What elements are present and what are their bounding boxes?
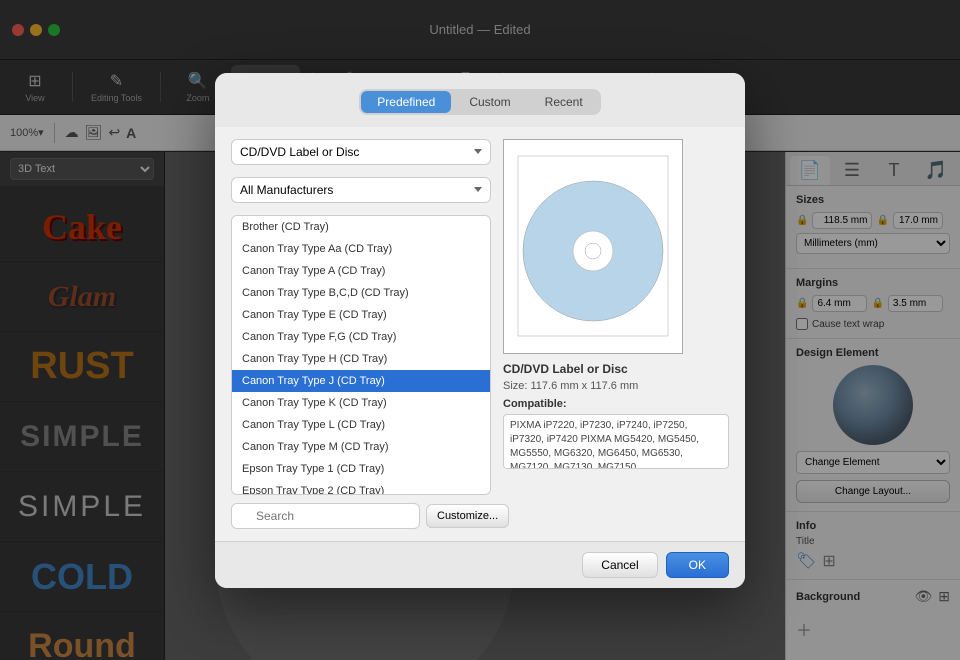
modal-header: Predefined Custom Recent xyxy=(215,73,745,127)
tab-recent[interactable]: Recent xyxy=(529,91,599,113)
search-input[interactable] xyxy=(231,503,420,529)
list-item[interactable]: Canon Tray Type Aa (CD Tray) xyxy=(232,238,490,260)
list-item[interactable]: Canon Tray Type K (CD Tray) xyxy=(232,392,490,414)
preview-label: CD/DVD Label or Disc xyxy=(503,362,729,376)
list-item[interactable]: Canon Tray Type H (CD Tray) xyxy=(232,348,490,370)
ok-button[interactable]: OK xyxy=(666,552,729,578)
list-item[interactable]: Canon Tray Type F,G (CD Tray) xyxy=(232,326,490,348)
modal-dropdown-manufacturer[interactable]: All Manufacturers xyxy=(231,177,491,203)
tab-custom[interactable]: Custom xyxy=(453,91,526,113)
search-wrapper: 🔍 xyxy=(231,503,420,529)
customize-button[interactable]: Customize... xyxy=(426,504,509,528)
modal-left: CD/DVD Label or Disc All Manufacturers B… xyxy=(231,139,491,529)
modal-dialog: Predefined Custom Recent CD/DVD Label or… xyxy=(215,73,745,588)
compatible-label: Compatible: xyxy=(503,398,729,410)
list-item[interactable]: Canon Tray Type B,C,D (CD Tray) xyxy=(232,282,490,304)
list-item[interactable]: Canon Tray Type A (CD Tray) xyxy=(232,260,490,282)
modal-footer: Cancel OK xyxy=(215,541,745,588)
disc-preview-svg xyxy=(513,151,673,341)
modal-tabs: Predefined Custom Recent xyxy=(359,89,600,115)
preview-size: Size: 117.6 mm x 117.6 mm xyxy=(503,380,729,392)
list-item[interactable]: Epson Tray Type 2 (CD Tray) xyxy=(232,480,490,495)
cancel-button[interactable]: Cancel xyxy=(582,552,657,578)
modal-body: CD/DVD Label or Disc All Manufacturers B… xyxy=(215,127,745,541)
modal-overlay: Predefined Custom Recent CD/DVD Label or… xyxy=(0,0,960,660)
modal-right: CD/DVD Label or Disc Size: 117.6 mm x 11… xyxy=(503,139,729,529)
disc-preview-box xyxy=(503,139,683,354)
list-item[interactable]: Canon Tray Type E (CD Tray) xyxy=(232,304,490,326)
modal-dropdown-type[interactable]: CD/DVD Label or Disc xyxy=(231,139,491,165)
list-item[interactable]: Canon Tray Type L (CD Tray) xyxy=(232,414,490,436)
modal-search-row: 🔍 Customize... xyxy=(231,503,491,529)
list-item[interactable]: Epson Tray Type 1 (CD Tray) xyxy=(232,458,490,480)
list-item-selected[interactable]: Canon Tray Type J (CD Tray) xyxy=(232,370,490,392)
tab-predefined[interactable]: Predefined xyxy=(361,91,451,113)
modal-list[interactable]: Brother (CD Tray) Canon Tray Type Aa (CD… xyxy=(231,215,491,495)
compatible-text: PIXMA iP7220, iP7230, iP7240, iP7250, iP… xyxy=(510,420,699,469)
list-item[interactable]: Canon Tray Type M (CD Tray) xyxy=(232,436,490,458)
list-item[interactable]: Brother (CD Tray) xyxy=(232,216,490,238)
compatible-box: PIXMA iP7220, iP7230, iP7240, iP7250, iP… xyxy=(503,414,729,469)
